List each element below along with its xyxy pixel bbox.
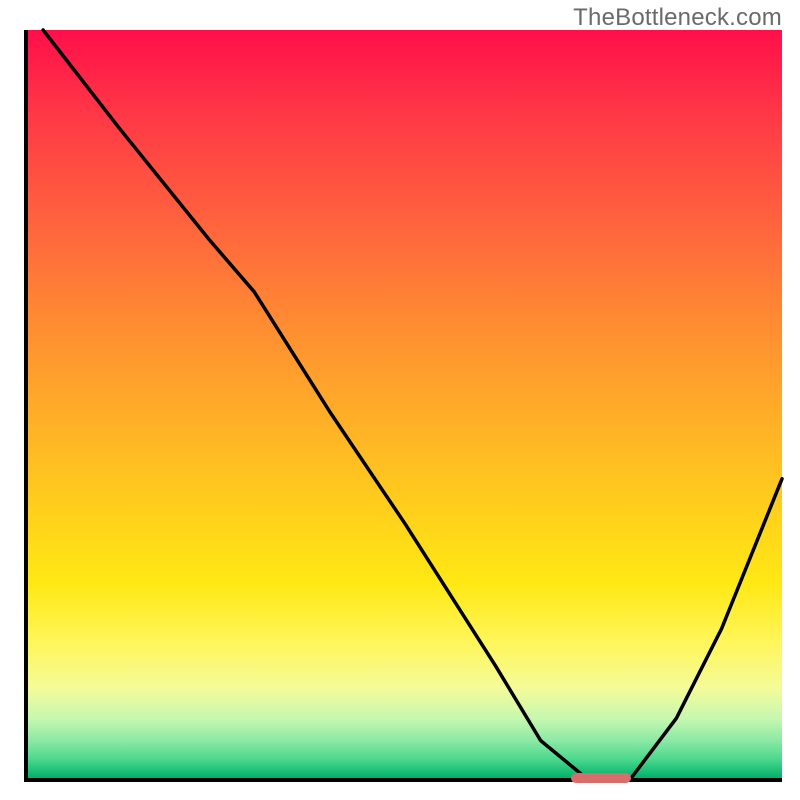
bottleneck-curve xyxy=(28,30,782,778)
trough-marker xyxy=(571,773,631,783)
chart-frame: TheBottleneck.com xyxy=(0,0,800,800)
watermark-text: TheBottleneck.com xyxy=(573,4,782,32)
plot-area xyxy=(24,30,782,782)
